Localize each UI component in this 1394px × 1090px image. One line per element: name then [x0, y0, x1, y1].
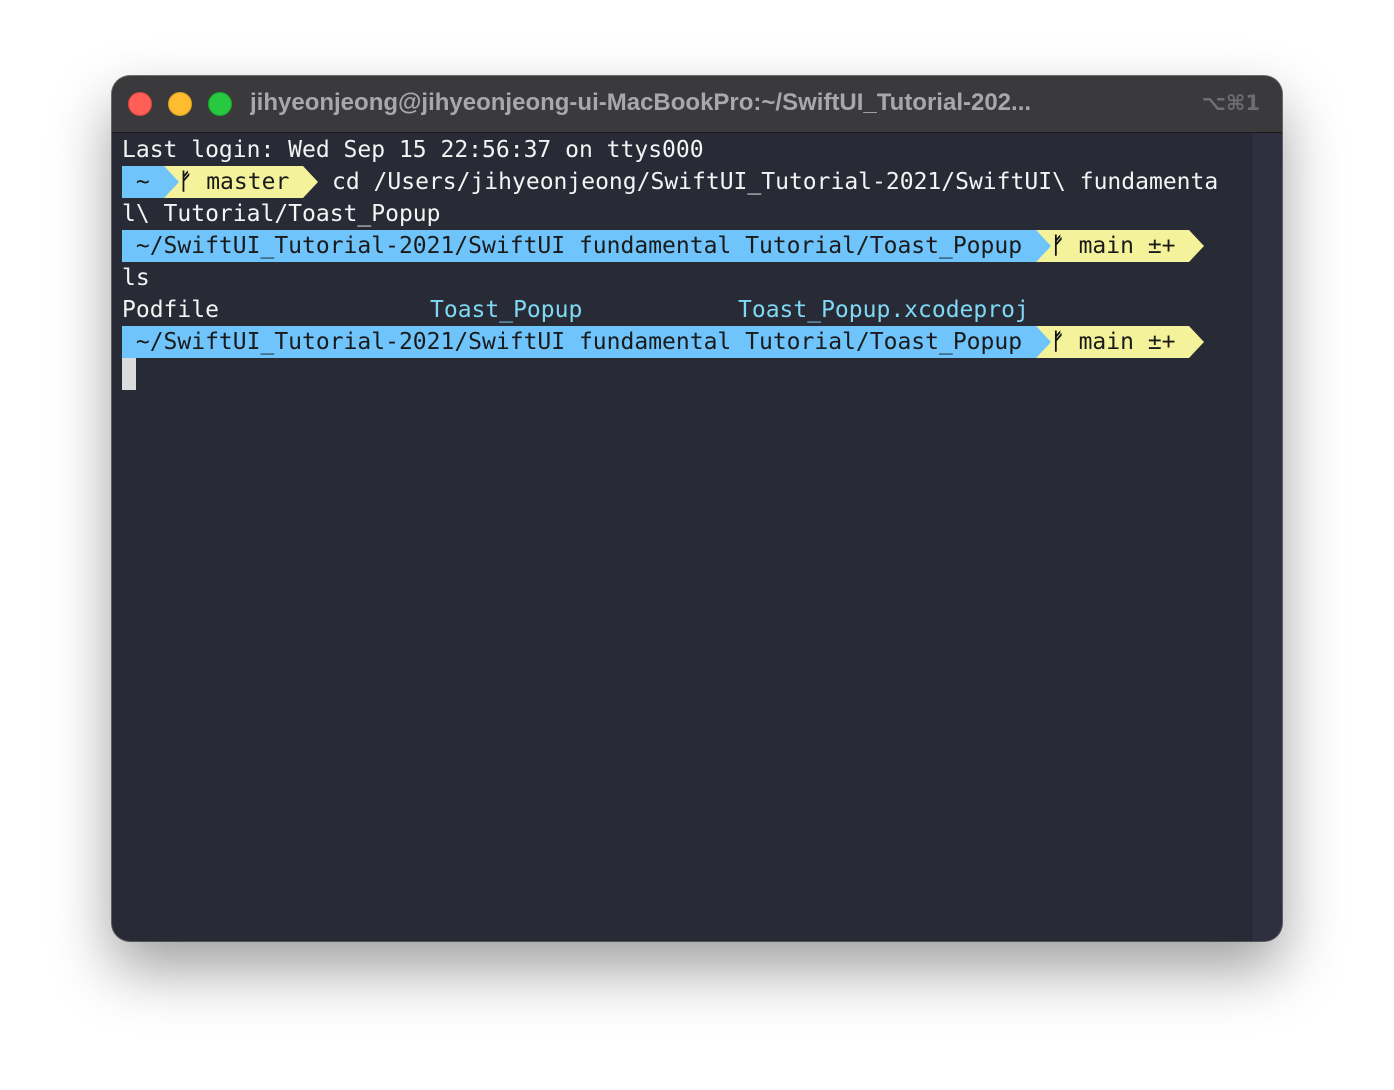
powerline-separator: [1189, 326, 1205, 358]
command-wrap-line: l\ Tutorial/Toast_Popup: [122, 201, 441, 227]
prompt-dir-segment: ~/SwiftUI_Tutorial-2021/SwiftUI fundamen…: [122, 230, 1036, 262]
prompt-git-segment: ᚠ master: [178, 166, 304, 198]
git-branch-name: master: [192, 169, 304, 195]
input-line[interactable]: [122, 358, 1250, 390]
prompt-line-3: ~/SwiftUI_Tutorial-2021/SwiftUI fundamen…: [122, 326, 1250, 358]
maximize-button[interactable]: [208, 92, 232, 116]
window-title: jihyeonjeong@jihyeonjeong-ui-MacBookPro:…: [250, 89, 1032, 116]
git-branch-status: main ±+: [1064, 233, 1190, 259]
git-branch-status: main ±+: [1064, 329, 1190, 355]
powerline-separator: [303, 166, 319, 198]
ls-entry-directory: Toast_Popup: [430, 297, 583, 323]
powerline-separator: [163, 166, 179, 198]
powerline-separator: [1035, 230, 1051, 262]
git-branch-icon: ᚠ: [1050, 329, 1065, 355]
prompt-line-1: ~ ᚠ master cd /Users/jihyeonjeong/SwiftU…: [122, 166, 1250, 198]
prompt-git-segment: ᚠ main ±+: [1050, 326, 1190, 358]
ls-entry-file: Podfile: [122, 297, 219, 323]
terminal-output[interactable]: Last login: Wed Sep 15 22:56:37 on ttys0…: [122, 134, 1250, 934]
title-bar[interactable]: jihyeonjeong@jihyeonjeong-ui-MacBookPro:…: [112, 76, 1282, 133]
prompt-dir-segment: ~/SwiftUI_Tutorial-2021/SwiftUI fundamen…: [122, 326, 1036, 358]
scrollbar-track[interactable]: [1251, 133, 1282, 941]
prompt-dir-segment: ~: [122, 166, 164, 198]
last-login-line: Last login: Wed Sep 15 22:56:37 on ttys0…: [122, 137, 704, 163]
window-shortcut: ⌥⌘1: [1201, 91, 1260, 115]
prompt-git-segment: ᚠ main ±+: [1050, 230, 1190, 262]
command-line: ls: [122, 265, 150, 291]
close-button[interactable]: [128, 92, 152, 116]
ls-output-line: Podfile Toast_Popup Toast_Popup.xcodeproj: [122, 294, 1250, 326]
minimize-button[interactable]: [168, 92, 192, 116]
terminal-window: jihyeonjeong@jihyeonjeong-ui-MacBookPro:…: [112, 76, 1282, 941]
git-branch-icon: ᚠ: [178, 169, 193, 195]
prompt-line-2: ~/SwiftUI_Tutorial-2021/SwiftUI fundamen…: [122, 230, 1250, 262]
git-branch-icon: ᚠ: [1050, 233, 1065, 259]
ls-entry-directory: Toast_Popup.xcodeproj: [738, 297, 1029, 323]
text-cursor: [122, 358, 136, 390]
command-text: cd /Users/jihyeonjeong/SwiftUI_Tutorial-…: [318, 169, 1219, 195]
powerline-separator: [1189, 230, 1205, 262]
powerline-separator: [1035, 326, 1051, 358]
